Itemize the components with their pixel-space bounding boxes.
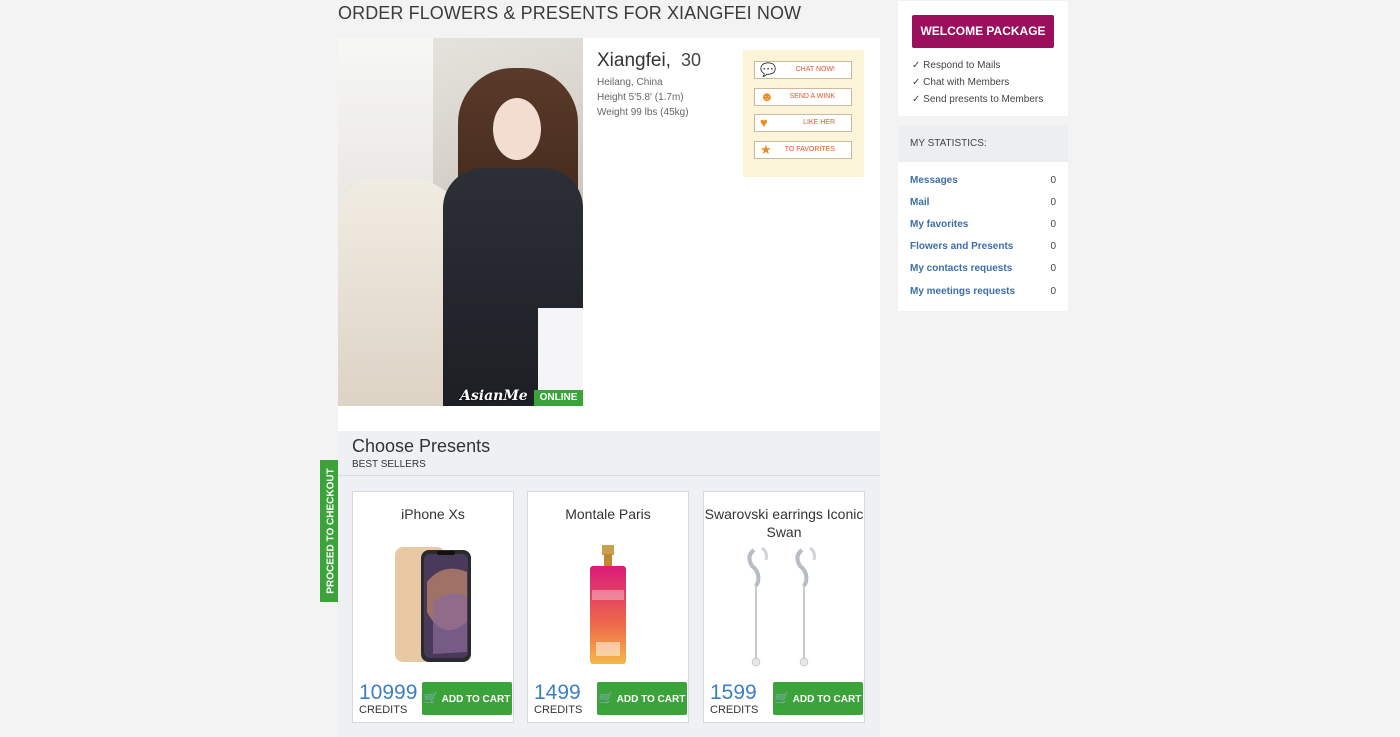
profile-actions: 💬 CHAT NOW! ☻ SEND A WINK ♥ LIKE HER ★ T…	[743, 50, 864, 177]
to-favorites-label: TO FAVORITES	[784, 146, 835, 153]
stat-row-contacts-requests[interactable]: My contacts requests 0	[910, 263, 1056, 274]
earrings-image	[747, 546, 816, 667]
cart-icon: 🛒	[598, 691, 614, 705]
cart-icon: 🛒	[423, 691, 439, 705]
presents-title: Choose Presents	[352, 436, 491, 456]
welcome-benefits-list: ✓ Respond to Mails ✓ Chat with Members ✓…	[912, 57, 1043, 108]
product-price: 1499	[534, 681, 581, 704]
stat-row-favorites[interactable]: My favorites 0	[910, 219, 1056, 230]
product-card[interactable]: Swarovski earrings Iconic Swan 1599 CRED…	[703, 491, 865, 723]
stat-row-meetings-requests[interactable]: My meetings requests 0	[910, 286, 1056, 297]
product-name: Montale Paris	[565, 506, 651, 522]
stat-value: 0	[1050, 197, 1056, 208]
smiley-icon: ☻	[760, 89, 774, 104]
presents-subtitle: BEST SELLERS	[352, 459, 426, 470]
product-name: Swarovski earrings Iconic Swan	[704, 506, 864, 540]
cart-icon: 🛒	[774, 691, 790, 705]
welcome-package-button[interactable]: WELCOME PACKAGE	[912, 15, 1054, 48]
add-to-cart-button[interactable]: 🛒 ADD TO CART	[597, 682, 687, 715]
stat-row-messages[interactable]: Messages 0	[910, 175, 1056, 186]
presents-section: Choose Presents BEST SELLERS iPhone Xs 1…	[338, 431, 880, 737]
stat-value: 0	[1050, 175, 1056, 186]
profile-name-line: Xiangfei, 30	[597, 50, 701, 72]
product-card[interactable]: Montale Paris 1499 CREDITS 🛒 ADD TO CART	[527, 491, 689, 723]
phone-image	[395, 547, 471, 662]
credits-label: CREDITS	[534, 704, 583, 716]
product-price: 1599	[710, 681, 757, 704]
profile-card: AsianMe ONLINE Xiangfei, 30 Heilang, Chin…	[338, 38, 880, 431]
profile-photo[interactable]: AsianMe ONLINE	[338, 38, 583, 406]
like-her-button[interactable]: ♥ LIKE HER	[754, 114, 852, 132]
product-card[interactable]: iPhone Xs 10999 CREDITS 🛒 ADD TO CART	[352, 491, 514, 723]
welcome-card: WELCOME PACKAGE ✓ Respond to Mails ✓ Cha…	[898, 1, 1068, 116]
benefit-item: ✓ Respond to Mails	[912, 60, 1001, 71]
stat-label: My favorites	[910, 219, 969, 230]
statistics-title: MY STATISTICS:	[898, 126, 1068, 162]
stat-row-mail[interactable]: Mail 0	[910, 197, 1056, 208]
send-wink-label: SEND A WINK	[789, 93, 835, 100]
online-badge: ONLINE	[534, 390, 583, 406]
benefit-item: ✓ Chat with Members	[912, 77, 1010, 88]
watermark-logo: AsianMe	[460, 388, 528, 404]
chat-bubble-icon: 💬	[760, 62, 777, 77]
stat-label: My contacts requests	[910, 263, 1013, 274]
product-price: 10999	[359, 681, 418, 704]
stat-label: My meetings requests	[910, 286, 1016, 297]
divider	[338, 475, 880, 476]
add-to-cart-button[interactable]: 🛒 ADD TO CART	[422, 682, 512, 715]
credits-label: CREDITS	[359, 704, 408, 716]
chat-now-button[interactable]: 💬 CHAT NOW!	[754, 61, 852, 79]
stat-value: 0	[1050, 241, 1056, 252]
stat-label: Mail	[910, 197, 930, 208]
to-favorites-button[interactable]: ★ TO FAVORITES	[754, 141, 852, 159]
stat-label: Messages	[910, 175, 958, 186]
profile-weight: Weight 99 lbs (45kg)	[597, 107, 689, 118]
chat-now-label: CHAT NOW!	[795, 66, 835, 73]
star-icon: ★	[760, 142, 772, 157]
heart-icon: ♥	[760, 115, 768, 130]
profile-location: Heilang, China	[597, 77, 663, 88]
like-her-label: LIKE HER	[803, 119, 835, 126]
perfume-image	[590, 545, 626, 664]
statistics-card: MY STATISTICS: Messages 0 Mail 0 My favo…	[898, 126, 1068, 311]
add-to-cart-label: ADD TO CART	[792, 694, 862, 705]
benefit-item: ✓ Send presents to Members	[912, 94, 1044, 105]
stat-value: 0	[1050, 219, 1056, 230]
profile-age: 30	[680, 50, 701, 70]
add-to-cart-label: ADD TO CART	[616, 694, 686, 705]
stat-row-flowers-presents[interactable]: Flowers and Presents 0	[910, 241, 1056, 252]
stat-value: 0	[1050, 286, 1056, 297]
send-wink-button[interactable]: ☻ SEND A WINK	[754, 88, 852, 106]
profile-height: Height 5'5.8' (1.7m)	[597, 92, 684, 103]
checkout-label: PROCEED TO CHECKOUT	[325, 468, 337, 594]
page-title: ORDER FLOWERS & PRESENTS FOR XIANGFEI NO…	[338, 3, 802, 23]
credits-label: CREDITS	[710, 704, 759, 716]
profile-info: Xiangfei, 30 Heilang, China Height 5'5.8'…	[597, 50, 701, 120]
add-to-cart-label: ADD TO CART	[441, 694, 511, 705]
stat-value: 0	[1050, 263, 1056, 274]
product-name: iPhone Xs	[401, 506, 465, 522]
profile-name: Xiangfei,	[597, 50, 671, 71]
stat-label: Flowers and Presents	[910, 241, 1014, 252]
add-to-cart-button[interactable]: 🛒 ADD TO CART	[773, 682, 863, 715]
